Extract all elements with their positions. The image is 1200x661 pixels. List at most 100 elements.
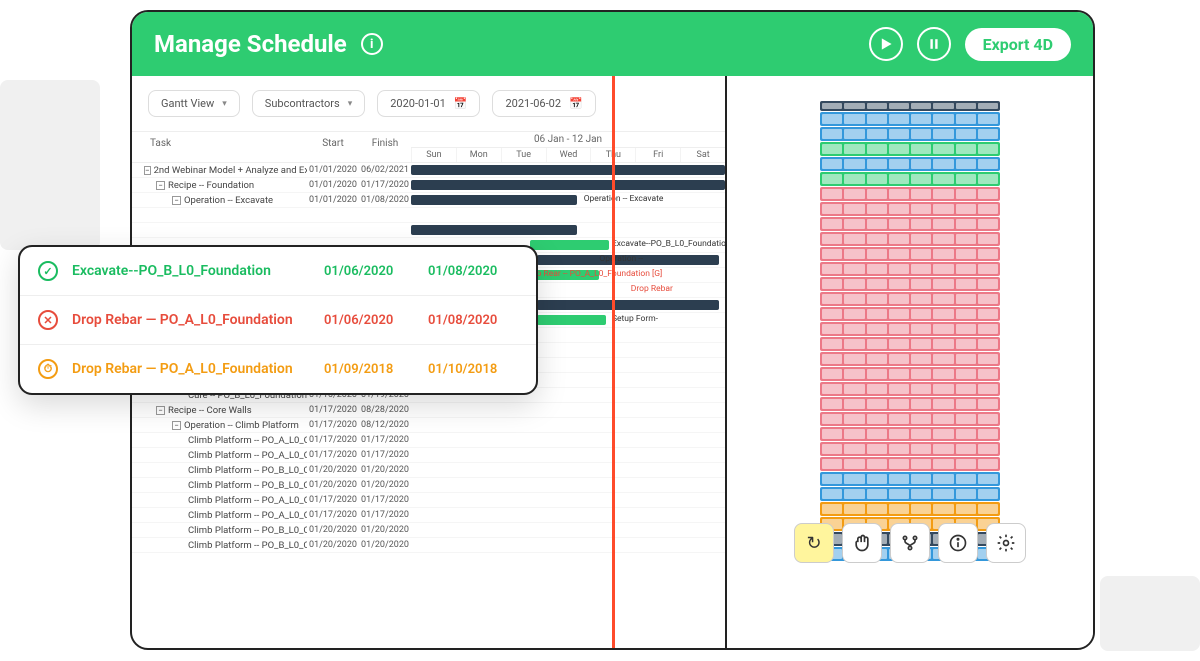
bar-cell [411, 163, 725, 177]
building-floor[interactable] [820, 367, 1000, 381]
building-floor[interactable] [820, 487, 1000, 501]
gantt-row[interactable]: Climb Platform -- PO_A_L0_Core V01/17/20… [132, 508, 725, 523]
building-floor[interactable] [820, 247, 1000, 261]
building-floor[interactable] [820, 307, 1000, 321]
expand-toggle[interactable]: − [156, 406, 165, 415]
building-floor[interactable] [820, 112, 1000, 126]
building-floor[interactable] [820, 187, 1000, 201]
building-floor[interactable] [820, 127, 1000, 141]
finish-cell: 01/20/2020 [359, 465, 411, 475]
expand-toggle[interactable]: − [144, 166, 151, 175]
bar-cell [411, 178, 725, 192]
start-cell: 01/17/2020 [307, 435, 359, 445]
view-select[interactable]: Gantt View▾ [148, 90, 240, 117]
building-floor[interactable] [820, 382, 1000, 396]
building-floor[interactable] [820, 101, 1000, 111]
building-floor[interactable] [820, 202, 1000, 216]
week-range: 06 Jan - 12 Jan [411, 132, 725, 147]
gantt-bar[interactable] [537, 315, 606, 325]
building-floor[interactable] [820, 217, 1000, 231]
gantt-row[interactable]: −Recipe -- Core Walls01/17/202008/28/202… [132, 403, 725, 418]
expand-toggle[interactable]: − [156, 181, 165, 190]
building-floor[interactable] [820, 292, 1000, 306]
gear-icon[interactable] [986, 523, 1026, 563]
gantt-row[interactable]: Climb Platform -- PO_A_L0_Core V01/17/20… [132, 448, 725, 463]
popup-row[interactable]: ⏱Drop Rebar — PO_A_L0_Foundation01/09/20… [20, 345, 536, 393]
building-floor[interactable] [820, 442, 1000, 456]
hand-icon[interactable] [842, 523, 882, 563]
redo-icon[interactable]: ↻ [794, 523, 834, 563]
gantt-row[interactable]: Climb Platform -- PO_B_L0_Core V01/20/20… [132, 538, 725, 553]
popup-date-end: 01/08/2020 [428, 264, 518, 279]
building-floor[interactable] [820, 457, 1000, 471]
info-icon[interactable] [938, 523, 978, 563]
play-icon[interactable] [869, 27, 903, 61]
building-floor[interactable] [820, 142, 1000, 156]
export-4d-button[interactable]: Export 4D [965, 28, 1071, 61]
branch-icon[interactable] [890, 523, 930, 563]
gantt-row[interactable]: Climb Platform -- PO_A_L0_Core V01/17/20… [132, 433, 725, 448]
gantt-row[interactable]: Climb Platform -- PO_B_L0_Core V01/20/20… [132, 523, 725, 538]
expand-toggle[interactable]: − [172, 196, 181, 205]
building-floor[interactable] [820, 397, 1000, 411]
date-end-input[interactable]: 2021-06-02📅 [492, 90, 595, 117]
gantt-toolbar: Gantt View▾ Subcontractors▾ 2020-01-01📅 … [132, 76, 725, 131]
building-model[interactable] [820, 101, 1000, 562]
gantt-row[interactable]: Climb Platform -- PO_A_L0_Core V01/17/20… [132, 493, 725, 508]
gantt-bar[interactable] [411, 165, 725, 175]
task-cell: Climb Platform -- PO_B_L0_Core V [132, 465, 307, 476]
gantt-bar[interactable] [411, 180, 725, 190]
gantt-row[interactable]: −Operation -- Excavate01/01/202001/08/20… [132, 193, 725, 208]
finish-cell: 01/08/2020 [359, 195, 411, 205]
building-floor[interactable] [820, 427, 1000, 441]
gantt-bar[interactable] [537, 300, 719, 310]
building-floor[interactable] [820, 322, 1000, 336]
info-icon[interactable]: i [361, 33, 383, 55]
start-cell: 01/17/2020 [307, 420, 359, 430]
col-task: Task [132, 132, 307, 162]
start-cell: 01/17/2020 [307, 405, 359, 415]
viewer-3d-pane[interactable]: ↻ [727, 76, 1093, 648]
building-floor[interactable] [820, 352, 1000, 366]
day-header: Tue [501, 148, 546, 162]
task-cell: Climb Platform -- PO_B_L0_Core V [132, 525, 307, 536]
gantt-bar[interactable] [411, 195, 577, 205]
task-cell: −Recipe -- Core Walls [132, 405, 307, 416]
expand-toggle[interactable]: − [172, 421, 181, 430]
building-floor[interactable] [820, 277, 1000, 291]
building-floor[interactable] [820, 502, 1000, 516]
start-cell: 01/17/2020 [307, 450, 359, 460]
gantt-row[interactable]: Climb Platform -- PO_B_L0_Core V01/20/20… [132, 478, 725, 493]
building-floor[interactable] [820, 157, 1000, 171]
start-cell: 01/20/2020 [307, 480, 359, 490]
task-cell: Climb Platform -- PO_B_L0_Core V [132, 540, 307, 551]
gantt-row[interactable]: −Operation -- Climb Platform01/17/202008… [132, 418, 725, 433]
date-start-input[interactable]: 2020-01-01📅 [377, 90, 480, 117]
day-header: Wed [546, 148, 591, 162]
building-floor[interactable] [820, 337, 1000, 351]
bar-label: Operation -- Excavate [584, 194, 664, 204]
building-floor[interactable] [820, 412, 1000, 426]
bar-label: Operation -- [599, 254, 643, 264]
day-header: Fri [635, 148, 680, 162]
gantt-row[interactable] [132, 223, 725, 238]
gantt-row[interactable]: Climb Platform -- PO_B_L0_Core V 01/20/20… [132, 463, 725, 478]
building-floor[interactable] [820, 172, 1000, 186]
popup-row[interactable]: ✓Excavate--PO_B_L0_Foundation01/06/20200… [20, 247, 536, 296]
building-floor[interactable] [820, 472, 1000, 486]
gantt-row[interactable]: −Recipe -- Foundation01/01/202001/17/202… [132, 178, 725, 193]
building-floor[interactable] [820, 232, 1000, 246]
pause-icon[interactable] [917, 27, 951, 61]
playhead-marker[interactable] [612, 76, 615, 648]
gantt-bar[interactable] [530, 240, 609, 250]
bg-decoration-right [1100, 576, 1200, 651]
filter-select[interactable]: Subcontractors▾ [252, 90, 365, 117]
task-cell: Climb Platform -- PO_B_L0_Core V [132, 480, 307, 491]
gantt-row[interactable] [132, 208, 725, 223]
col-timeline: 06 Jan - 12 Jan SunMonTueWedThuFriSat [411, 132, 725, 162]
building-floor[interactable] [820, 262, 1000, 276]
status-icon: ✓ [38, 261, 58, 281]
gantt-row[interactable]: −2nd Webinar Model + Analyze and Exp01/0… [132, 163, 725, 178]
gantt-bar[interactable] [411, 225, 577, 235]
popup-row[interactable]: ✕Drop Rebar — PO_A_L0_Foundation01/06/20… [20, 296, 536, 345]
